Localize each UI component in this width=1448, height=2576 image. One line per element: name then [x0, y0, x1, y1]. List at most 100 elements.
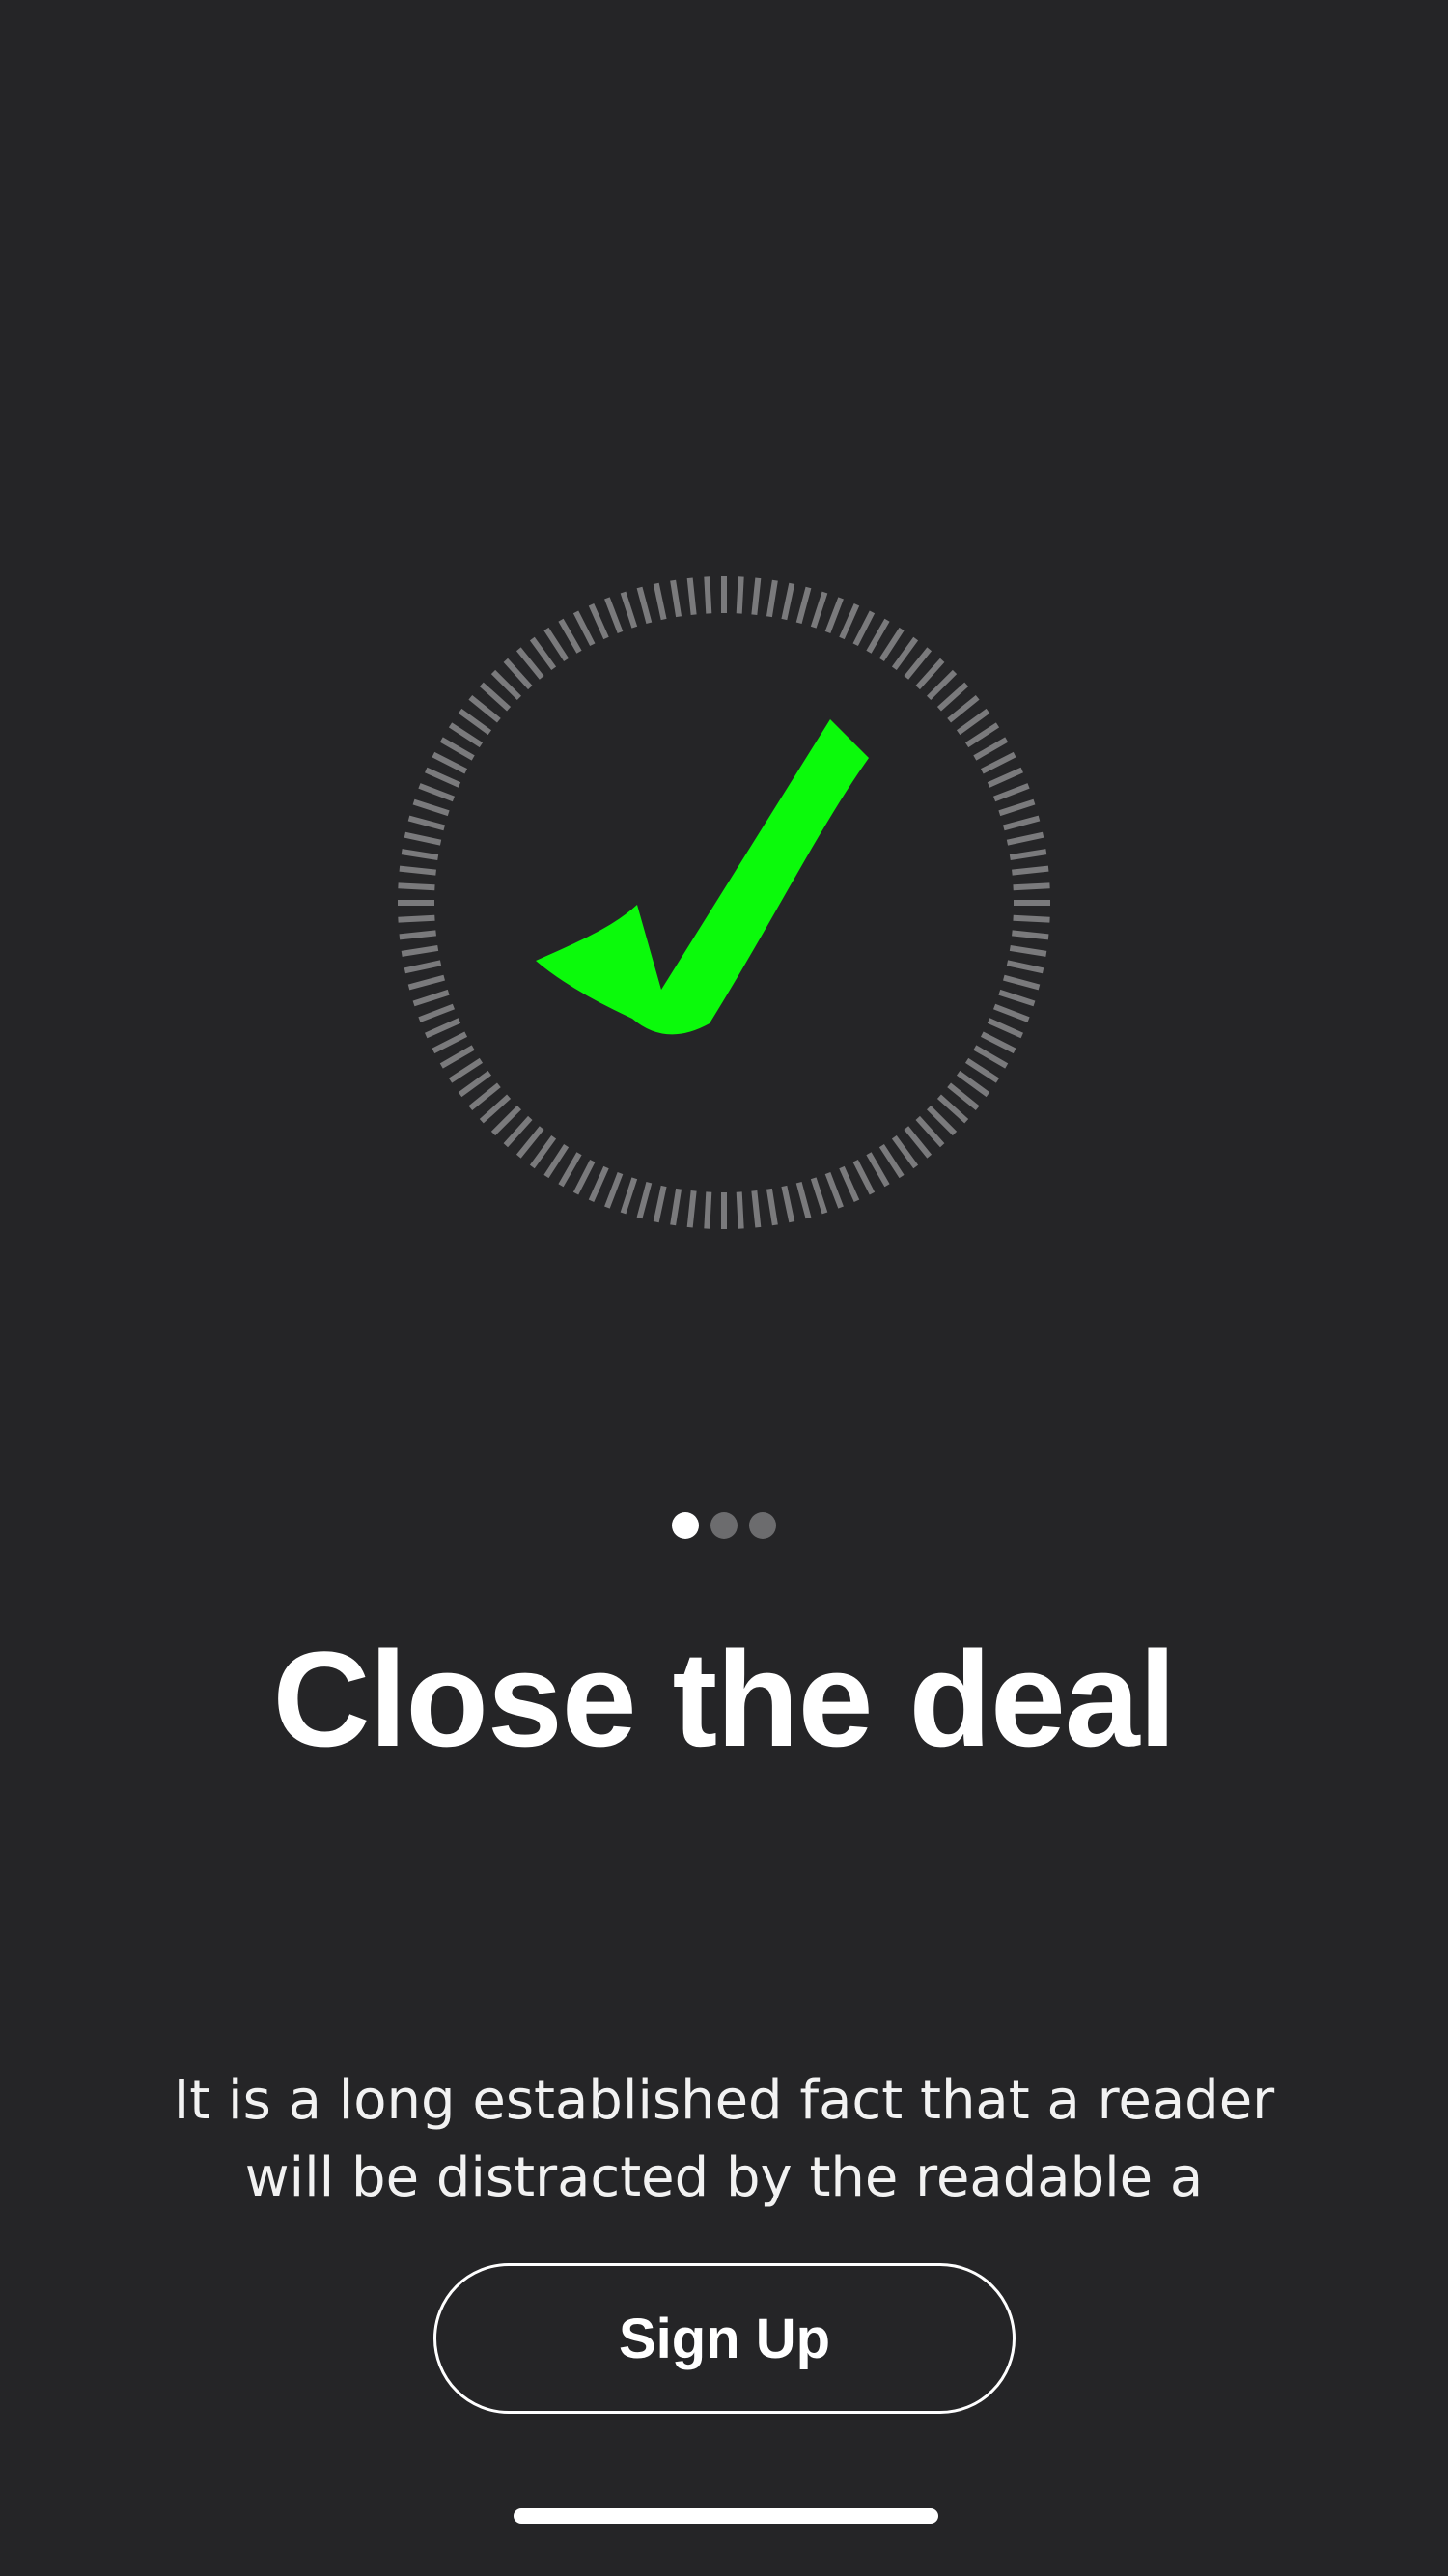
ring-tick — [878, 1143, 905, 1179]
ring-tick — [448, 722, 484, 748]
ring-tick — [891, 636, 919, 671]
ring-tick — [973, 737, 1009, 761]
ring-tick — [468, 694, 501, 723]
ring-tick — [915, 1115, 945, 1148]
ring-tick — [704, 576, 712, 614]
ring-tick — [636, 586, 653, 624]
ring-tick — [927, 669, 958, 700]
ring-tick — [904, 1126, 933, 1159]
ring-tick — [852, 1159, 876, 1195]
ring-tick — [572, 610, 596, 647]
ring-tick — [407, 815, 445, 831]
ring-tick — [824, 597, 844, 634]
ring-tick — [980, 1031, 1016, 1054]
ring-tick — [947, 1082, 980, 1111]
ring-tick — [964, 1057, 1000, 1083]
ring-tick — [866, 618, 890, 654]
ring-tick — [947, 694, 980, 723]
ring-tick — [936, 682, 969, 712]
ring-tick — [468, 1082, 501, 1111]
ring-tick — [987, 767, 1024, 788]
ring-tick — [404, 831, 442, 846]
ring-tick — [572, 1159, 596, 1195]
ring-tick — [810, 591, 828, 629]
ring-tick — [543, 1143, 570, 1179]
page-title: Close the deal — [272, 1623, 1176, 1775]
ring-tick — [490, 1106, 521, 1136]
ring-tick — [998, 989, 1036, 1007]
ring-tick — [1006, 960, 1044, 974]
ring-tick — [588, 1165, 609, 1203]
ring-tick — [1003, 815, 1041, 831]
ring-tick — [604, 1171, 624, 1209]
page-dot[interactable] — [710, 1512, 738, 1539]
ring-tick — [439, 737, 475, 761]
ring-tick — [936, 1094, 969, 1124]
ring-tick — [956, 1070, 990, 1098]
ring-tick — [736, 1191, 744, 1229]
success-illustration — [386, 565, 1062, 1241]
ring-tick — [448, 1057, 484, 1083]
ring-tick — [1009, 944, 1047, 957]
ring-tick — [424, 767, 461, 788]
ring-tick — [653, 582, 667, 621]
ring-tick — [973, 1045, 1009, 1069]
checkmark-ring-graphic — [398, 576, 1050, 1229]
ring-tick — [558, 618, 582, 654]
ring-tick — [915, 658, 945, 690]
ring-tick — [751, 1190, 762, 1228]
ring-tick — [529, 636, 557, 671]
ring-tick — [1009, 849, 1047, 861]
ring-tick — [418, 1003, 456, 1022]
ring-tick — [458, 708, 492, 736]
ring-tick — [964, 722, 1000, 748]
ring-tick — [1006, 831, 1044, 846]
page-dot[interactable] — [672, 1512, 699, 1539]
ring-tick — [503, 658, 533, 690]
ring-tick — [1013, 882, 1050, 891]
ring-tick — [766, 1188, 778, 1226]
ring-tick — [407, 974, 445, 991]
ring-tick — [1012, 865, 1049, 876]
ring-tick — [891, 1134, 919, 1169]
ring-tick — [515, 647, 544, 680]
ring-tick — [620, 1177, 638, 1215]
ring-tick — [927, 1106, 958, 1136]
ring-tick — [992, 783, 1030, 802]
ring-tick — [439, 1045, 475, 1069]
home-indicator[interactable] — [514, 2508, 938, 2524]
ring-tick — [458, 1070, 492, 1098]
ring-tick — [781, 582, 795, 621]
ring-tick — [401, 849, 439, 861]
ring-tick — [432, 1031, 468, 1054]
ring-tick — [686, 1190, 697, 1228]
ring-tick — [398, 914, 435, 923]
page-indicator — [0, 1512, 1448, 1541]
ring-tick — [704, 1191, 712, 1229]
ring-tick — [479, 682, 512, 712]
sign-up-button[interactable]: Sign Up — [433, 2263, 1016, 2414]
description-text: It is a long established fact that a rea… — [173, 2069, 1275, 2209]
ring-tick — [636, 1182, 653, 1219]
ring-tick — [1013, 914, 1050, 923]
ring-tick — [503, 1115, 533, 1148]
ring-tick — [992, 1003, 1030, 1022]
ring-tick — [620, 591, 638, 629]
ring-tick — [795, 1182, 812, 1219]
ring-tick — [878, 627, 905, 662]
ring-tick — [398, 882, 435, 891]
ring-tick — [987, 1018, 1024, 1039]
ring-tick — [736, 576, 744, 614]
ring-tick — [670, 1188, 682, 1226]
ring-tick — [479, 1094, 512, 1124]
checkmark-icon — [536, 719, 869, 1035]
ring-tick — [795, 586, 812, 624]
ring-tick — [399, 930, 436, 940]
ring-tick — [424, 1018, 461, 1039]
ring-tick — [399, 865, 436, 876]
ring-tick — [686, 577, 697, 615]
ring-tick — [515, 1126, 544, 1159]
ring-tick — [852, 610, 876, 647]
ring-tick — [781, 1185, 795, 1223]
page-dot[interactable] — [749, 1512, 776, 1539]
